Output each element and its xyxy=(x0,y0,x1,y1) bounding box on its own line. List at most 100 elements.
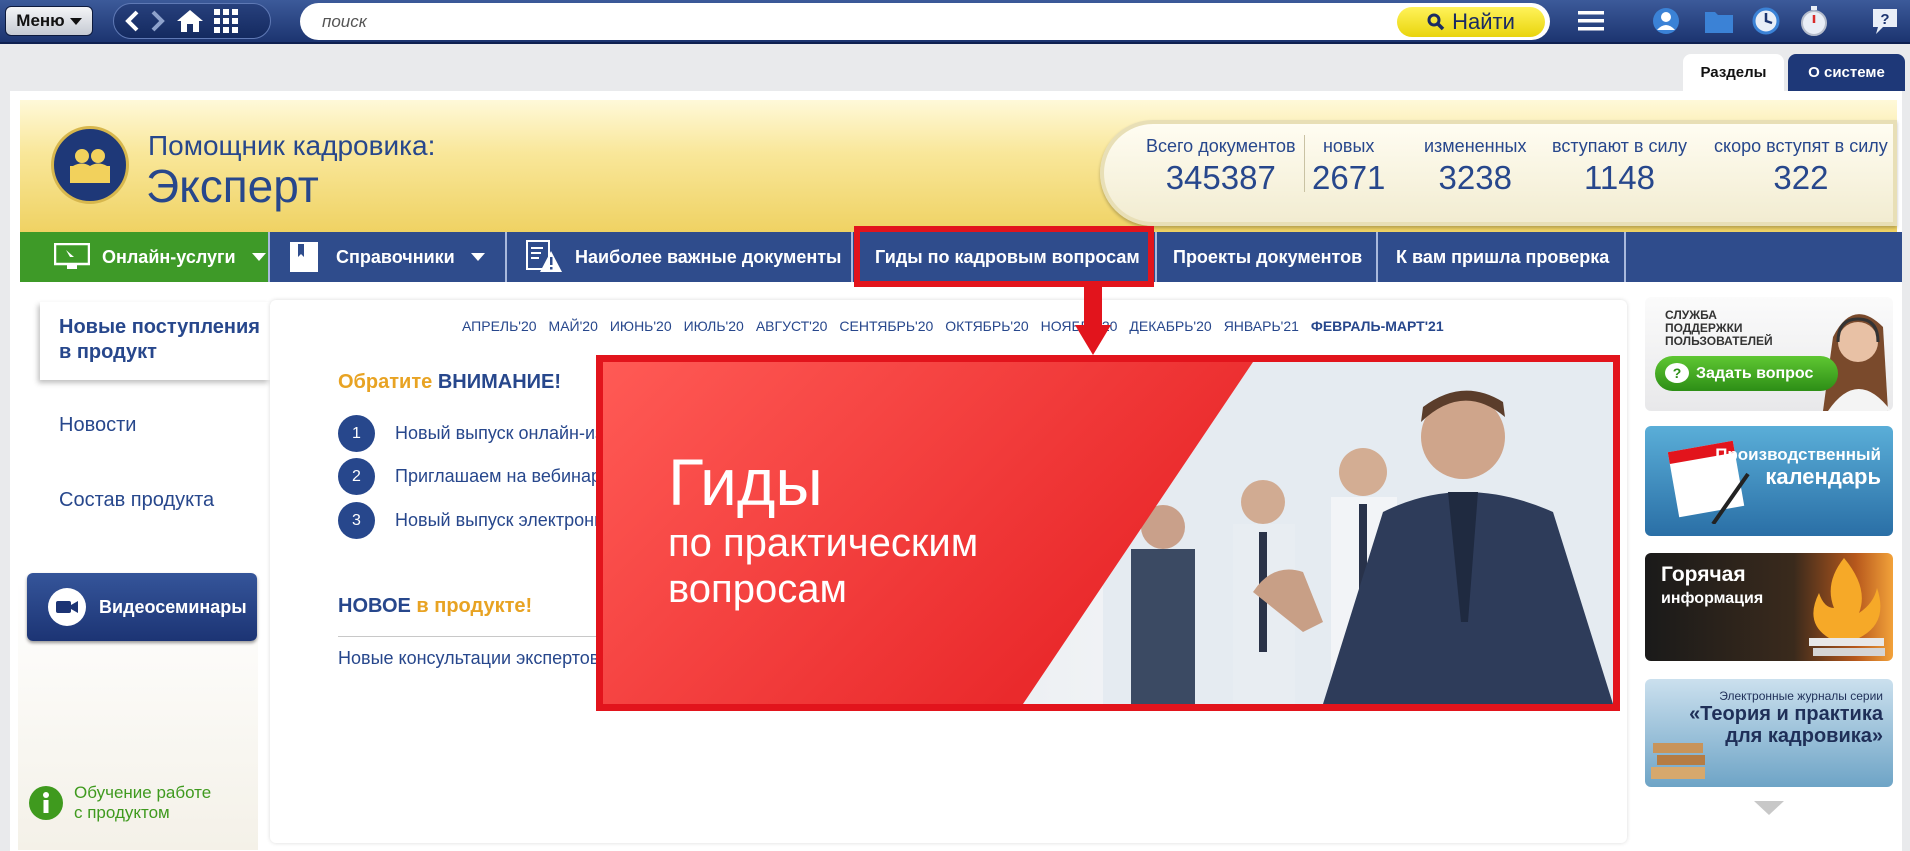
calendar-title-line2: календарь xyxy=(1765,464,1881,489)
month-link[interactable]: ИЮНЬ'20 xyxy=(610,318,672,334)
nav-label: Онлайн-услуги xyxy=(102,246,236,267)
list-item[interactable]: 1 Новый выпуск онлайн-из xyxy=(338,415,603,452)
sidebar-item-product-contents[interactable]: Состав продукта xyxy=(59,489,214,512)
forward-arrow-icon[interactable] xyxy=(150,10,166,32)
new-heading-b: в продукте! xyxy=(416,595,533,617)
nav-inspection[interactable]: К вам пришла проверка xyxy=(1378,232,1626,282)
stat-label: вступают в силу xyxy=(1552,136,1688,156)
ask-question-button[interactable]: ? Задать вопрос xyxy=(1655,356,1838,391)
arrow-down-icon xyxy=(1075,325,1111,355)
video-camera-icon xyxy=(48,588,86,626)
book-icon xyxy=(290,242,318,272)
svg-text:?: ? xyxy=(1673,365,1682,381)
chevron-down-icon xyxy=(470,253,485,261)
calendar-title-line1: Производственный xyxy=(1715,445,1881,464)
new-in-product-heading: НОВОЕ в продукте! xyxy=(338,595,532,618)
hot-info-card[interactable]: Горячая информация xyxy=(1645,553,1893,661)
month-link[interactable]: ИЮЛЬ'20 xyxy=(684,318,744,334)
stat-value: 322 xyxy=(1773,159,1829,196)
support-title: СЛУЖБА ПОДДЕРЖКИ ПОЛЬЗОВАТЕЛЕЙ xyxy=(1665,309,1773,348)
stat-label: Всего документов xyxy=(1146,136,1296,156)
nav-directories[interactable]: Справочники xyxy=(270,232,507,282)
new-consultations-link[interactable]: Новые консультации экспертов xyxy=(338,648,599,669)
product-title-line1: Помощник кадровика: xyxy=(148,130,436,161)
ask-question-label: Задать вопрос xyxy=(1696,364,1814,382)
info-icon xyxy=(29,786,63,820)
calendar-title: Производственный календарь xyxy=(1715,444,1881,488)
people-icon xyxy=(70,149,110,183)
journals-subtitle: Электронные журналы серии xyxy=(1719,689,1883,703)
sidebar-item-news[interactable]: Новости xyxy=(59,414,136,437)
folder-icon[interactable] xyxy=(1704,6,1734,36)
nav-draft-documents[interactable]: Проекты документов xyxy=(1157,232,1378,282)
nav-label: Наиболее важные документы xyxy=(575,246,842,267)
stat-label: новых xyxy=(1322,136,1375,156)
chevron-down-icon xyxy=(251,253,266,261)
stat-label: скоро вступят в силу xyxy=(1714,136,1888,156)
month-link[interactable]: АВГУСТ'20 xyxy=(756,318,828,334)
monitor-icon xyxy=(54,243,90,269)
training-label-line2: с продуктом xyxy=(74,803,170,822)
stat-value: 3238 xyxy=(1438,159,1512,196)
video-seminars-button[interactable]: Видеосеминары xyxy=(27,573,257,641)
search-input[interactable] xyxy=(322,11,1382,33)
nav-label: К вам пришла проверка xyxy=(1396,246,1610,267)
nav-label: Справочники xyxy=(336,246,455,267)
search-bar: Найти xyxy=(300,3,1550,40)
month-link[interactable]: МАЙ'20 xyxy=(549,318,598,334)
stat-changed[interactable]: измененных 3238 xyxy=(1424,136,1526,197)
hamburger-menu-icon[interactable] xyxy=(1578,6,1604,36)
production-calendar-card[interactable]: Производственный календарь xyxy=(1645,426,1893,536)
stat-value: 345387 xyxy=(1165,159,1276,196)
grid-icon[interactable] xyxy=(214,9,238,33)
month-link[interactable]: ЯНВАРЬ'21 xyxy=(1224,318,1299,334)
video-seminars-label: Видеосеминары xyxy=(99,596,247,617)
chevron-down-icon xyxy=(69,17,82,25)
list-number: 3 xyxy=(338,502,375,539)
stat-new[interactable]: новых 2671 xyxy=(1312,136,1385,197)
product-title-line2: Эксперт xyxy=(146,160,319,212)
product-training-link[interactable]: Обучение работе с продуктом xyxy=(28,783,211,823)
nav-important-documents[interactable]: Наиболее важные документы xyxy=(507,232,853,282)
menu-label: Меню xyxy=(16,11,65,30)
month-link[interactable]: ОКТЯБРЬ'20 xyxy=(945,318,1028,334)
sidebar-item-new-arrivals[interactable]: Новые поступления в продукт xyxy=(40,302,270,380)
training-label-line1: Обучение работе xyxy=(74,783,212,802)
product-logo xyxy=(51,126,129,204)
month-link[interactable]: СЕНТЯБРЬ'20 xyxy=(839,318,933,334)
scroll-down-icon[interactable] xyxy=(1754,801,1784,815)
tab-razdely[interactable]: Разделы xyxy=(1683,54,1784,91)
user-icon[interactable] xyxy=(1652,6,1680,36)
month-link-current[interactable]: ФЕВРАЛЬ-МАРТ'21 xyxy=(1311,318,1444,334)
list-item[interactable]: 2 Приглашаем на вебинар xyxy=(338,458,601,495)
home-icon[interactable] xyxy=(176,9,204,33)
menu-button[interactable]: Меню xyxy=(5,6,93,36)
guides-banner[interactable]: Гиды по практическим вопросам xyxy=(596,355,1620,711)
support-card[interactable]: СЛУЖБА ПОДДЕРЖКИ ПОЛЬЗОВАТЕЛЕЙ ? Задать … xyxy=(1645,297,1893,411)
list-item[interactable]: 3 Новый выпуск электронн xyxy=(338,502,604,539)
list-number: 2 xyxy=(338,458,375,495)
highlight-box xyxy=(854,226,1154,287)
clock-icon[interactable] xyxy=(1752,6,1780,36)
month-link[interactable]: АПРЕЛЬ'20 xyxy=(462,318,537,334)
help-icon[interactable]: ? xyxy=(1870,6,1900,36)
stat-value: 1148 xyxy=(1584,159,1655,196)
journals-card[interactable]: Электронные журналы серии «Теория и прак… xyxy=(1645,679,1893,787)
stat-soon-effective[interactable]: скоро вступят в силу 322 xyxy=(1714,136,1888,197)
stat-total[interactable]: Всего документов 345387 xyxy=(1146,136,1296,197)
back-arrow-icon[interactable] xyxy=(124,10,140,32)
stat-value: 2671 xyxy=(1312,159,1386,196)
stopwatch-icon[interactable] xyxy=(1800,6,1828,36)
stat-label: измененных xyxy=(1424,136,1527,156)
attention-heading: Обратите ВНИМАНИЕ! xyxy=(338,371,561,394)
month-link[interactable]: ДЕКАБРЬ'20 xyxy=(1129,318,1211,334)
nav-controls xyxy=(113,3,271,39)
tab-o-sisteme[interactable]: О системе xyxy=(1788,54,1905,91)
list-text: Новый выпуск электронн xyxy=(395,510,605,530)
month-selector: АПРЕЛЬ'20 МАЙ'20 ИЮНЬ'20 ИЮЛЬ'20 АВГУСТ'… xyxy=(462,318,1444,334)
divider xyxy=(338,636,598,637)
hot-info-title: Горячая xyxy=(1661,563,1746,586)
stat-effective[interactable]: вступают в силу 1148 xyxy=(1552,136,1687,197)
nav-online-services[interactable]: Онлайн-услуги xyxy=(20,232,270,282)
find-button[interactable]: Найти xyxy=(1397,7,1545,37)
